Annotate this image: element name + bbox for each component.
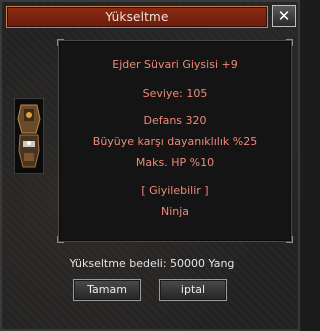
upgrade-cost: Yükseltme bedeli: 50000 Yang [69,257,235,270]
ok-button[interactable]: Tamam [73,279,141,301]
item-info-panel: Ejder Süvari Giysisi +9 Seviye: 105 Defa… [57,39,293,243]
close-button[interactable]: ✕ [272,5,296,27]
upgrade-window: Yükseltme ✕ Ejder Süvari Giysisi +9 Sevi… [0,0,300,331]
item-max-hp: Maks. HP %10 [135,156,215,169]
item-class: Ninja [160,205,190,218]
item-magic-resist: Büyüye karşı dayanıklılık %25 [92,135,258,148]
armor-icon [15,99,43,173]
title-bar[interactable]: Yükseltme [6,6,268,28]
item-name: Ejder Süvari Giysisi +9 [112,58,238,71]
item-wearable: [ Giyilebilir ] [141,184,209,197]
close-icon: ✕ [277,7,291,25]
item-level: Seviye: 105 [142,87,208,100]
item-slot[interactable] [14,98,44,174]
cancel-button[interactable]: iptal [159,279,227,301]
window-title: Yükseltme [105,10,169,24]
item-defense: Defans 320 [143,114,207,127]
